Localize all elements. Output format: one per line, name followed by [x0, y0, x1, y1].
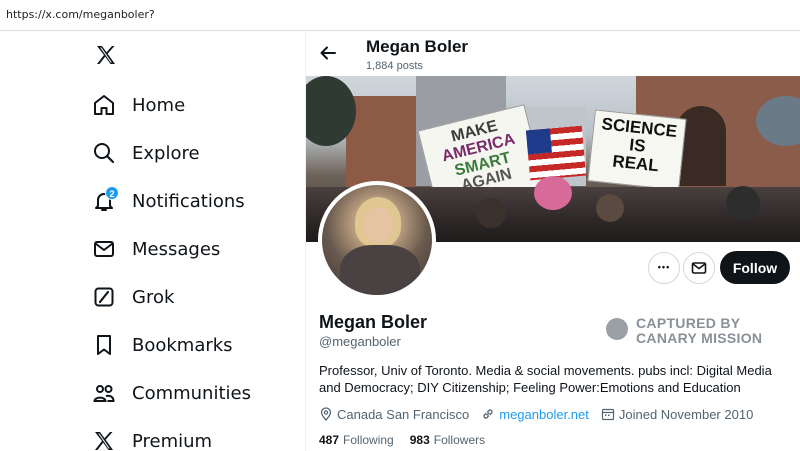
sidebar-item-label: Notifications [132, 190, 245, 212]
profile-header-bar: Megan Boler 1,884 posts [306, 31, 800, 76]
profile-handle: @meganboler [319, 334, 401, 349]
bookmark-icon [92, 333, 116, 357]
sidebar-item-home[interactable]: Home [92, 87, 185, 123]
watermark-line-2: CANARY MISSION [636, 330, 763, 346]
search-icon [92, 141, 116, 165]
more-icon: ••• [657, 262, 671, 272]
american-flag [525, 125, 587, 181]
bell-icon: 2 [92, 186, 119, 213]
sidebar-nav: Home Explore 2 Notifications Messages Gr… [0, 31, 305, 451]
follow-button[interactable]: Follow [720, 251, 790, 284]
follow-stats: 487 Following 983 Followers [319, 433, 501, 447]
notification-badge: 2 [105, 186, 119, 200]
profile-name: Megan Boler [319, 312, 428, 332]
sidebar-item-communities[interactable]: Communities [92, 375, 251, 411]
message-button[interactable] [683, 252, 715, 284]
following-count: 487 [319, 433, 340, 447]
sidebar-item-label: Explore [132, 142, 200, 164]
protest-sign-science-is-real: SCIENCE IS REAL [587, 109, 687, 191]
following-label: Following [343, 433, 394, 447]
back-arrow-icon[interactable] [318, 43, 338, 63]
sidebar-item-label: Home [132, 94, 186, 116]
sidebar-item-label: Grok [132, 286, 175, 308]
sidebar-item-label: Communities [132, 382, 251, 404]
watermark-line-1: CAPTURED BY [636, 315, 741, 331]
person-head-pink-hat [534, 176, 572, 210]
website-item[interactable]: meganboler.net [481, 407, 589, 422]
envelope-icon [691, 262, 707, 274]
envelope-icon [92, 237, 116, 261]
link-icon [483, 409, 493, 419]
person-head [476, 198, 506, 228]
sidebar-item-bookmarks[interactable]: Bookmarks [92, 327, 233, 363]
sidebar-item-explore[interactable]: Explore [92, 135, 200, 171]
person-head [726, 186, 760, 220]
sidebar-item-label: Bookmarks [132, 334, 233, 356]
person-head [596, 194, 624, 222]
browser-address-bar[interactable]: https://x.com/meganboler? [0, 0, 800, 31]
people-icon [92, 381, 116, 405]
followers-label: Followers [433, 433, 486, 447]
flag-canton [525, 128, 552, 155]
followers-link[interactable]: 983 Followers [410, 433, 485, 447]
home-icon [92, 93, 116, 117]
followers-count: 983 [409, 433, 430, 447]
avatar-face [363, 207, 393, 243]
calendar-icon [601, 408, 614, 421]
joined-item: Joined November 2010 [601, 407, 753, 422]
header-name: Megan Boler [366, 37, 469, 56]
more-options-button[interactable]: ••• [648, 252, 680, 284]
location-text: Canada San Francisco [337, 406, 470, 422]
sidebar-item-premium[interactable]: Premium [92, 423, 212, 451]
profile-bio: Professor, Univ of Toronto. Media & soci… [319, 363, 772, 395]
avatar-body [340, 245, 420, 295]
grok-icon [92, 285, 116, 309]
sidebar-item-notifications[interactable]: 2 Notifications [92, 183, 245, 219]
canary-mission-watermark: CAPTURED BY CANARY MISSION [606, 315, 776, 347]
avatar[interactable] [318, 181, 436, 299]
canary-logo-icon [606, 318, 628, 340]
profile-column: Megan Boler 1,884 posts MAKE AMERICA SMA… [306, 31, 800, 451]
sidebar-item-messages[interactable]: Messages [92, 231, 220, 267]
x-logo-icon[interactable] [94, 43, 118, 67]
sidebar-item-label: Premium [132, 430, 213, 451]
sidebar-item-label: Messages [132, 238, 221, 260]
joined-text: Joined November 2010 [618, 406, 754, 422]
x-logo-icon [92, 429, 116, 451]
profile-meta: Canada San Francisco meganboler.net Join… [319, 405, 765, 423]
location-pin-icon [320, 407, 332, 421]
location-item: Canada San Francisco [319, 407, 469, 422]
url-text[interactable]: https://x.com/meganboler? [6, 8, 155, 21]
following-link[interactable]: 487 Following [319, 433, 394, 447]
sidebar-item-grok[interactable]: Grok [92, 279, 174, 315]
post-count: 1,884 posts [366, 60, 423, 72]
website-link[interactable]: meganboler.net [499, 407, 589, 422]
